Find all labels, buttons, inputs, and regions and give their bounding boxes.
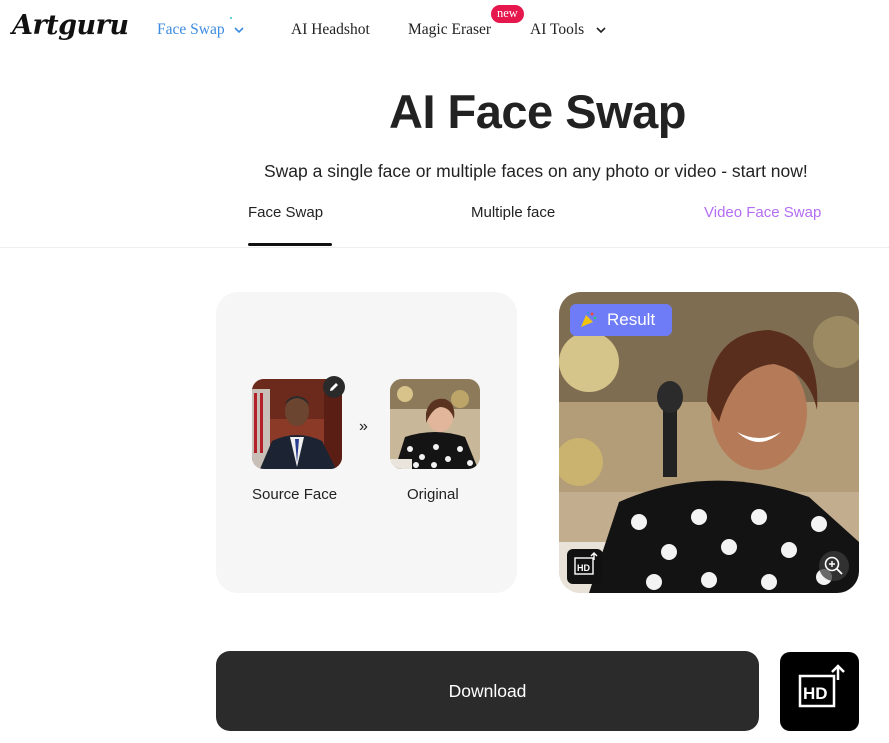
hd-upscale-icon: HD: [798, 664, 845, 708]
hd-upscale-small-button[interactable]: HD: [567, 549, 603, 584]
page-title: AI Face Swap: [389, 85, 687, 138]
party-icon: [581, 311, 597, 327]
tab-video-face-swap[interactable]: Video Face Swap: [704, 204, 821, 221]
nav-magic-eraser-label: Magic Eraser: [408, 21, 492, 38]
logo[interactable]: Artguru: [12, 10, 129, 41]
svg-text:HD: HD: [577, 563, 590, 573]
zoom-button[interactable]: [819, 551, 849, 581]
active-tab-indicator: [248, 243, 332, 246]
download-button[interactable]: Download: [216, 651, 759, 731]
chevron-down-icon: [596, 27, 606, 34]
original-image[interactable]: [390, 379, 480, 469]
chevron-down-icon: [234, 27, 244, 34]
result-photo: [559, 292, 859, 593]
tabs-divider: [0, 247, 889, 248]
download-label: Download: [448, 680, 527, 701]
nav-ai-tools[interactable]: AI Tools: [530, 20, 606, 40]
pencil-icon: [330, 383, 338, 391]
svg-text:HD: HD: [803, 684, 828, 703]
original-label: Original: [407, 486, 459, 503]
edit-source-button[interactable]: [323, 376, 345, 398]
new-badge: new: [491, 5, 524, 23]
source-face-label: Source Face: [252, 486, 338, 503]
decorative-dot: [230, 17, 232, 19]
hd-upscale-button[interactable]: HD: [780, 652, 859, 731]
result-badge-label: Result: [607, 310, 656, 329]
result-image[interactable]: [559, 292, 859, 593]
nav-ai-headshot-label: AI Headshot: [291, 21, 370, 38]
hd-upscale-icon: HD: [574, 552, 598, 575]
page-subtitle: Swap a single face or multiple faces on …: [264, 161, 808, 181]
tab-face-swap[interactable]: Face Swap: [248, 204, 323, 221]
nav-face-swap-label: Face Swap: [157, 21, 225, 38]
nav-magic-eraser[interactable]: Magic Eraser: [408, 20, 491, 40]
tab-multiple-face[interactable]: Multiple face: [471, 204, 555, 221]
nav-face-swap[interactable]: Face Swap: [157, 20, 244, 40]
arrow-icon: »: [359, 418, 368, 435]
result-badge: Result: [570, 304, 672, 336]
nav-ai-tools-label: AI Tools: [530, 21, 585, 38]
nav-ai-headshot[interactable]: AI Headshot: [291, 20, 370, 40]
original-photo: [390, 379, 480, 469]
zoom-in-icon: [824, 556, 843, 575]
